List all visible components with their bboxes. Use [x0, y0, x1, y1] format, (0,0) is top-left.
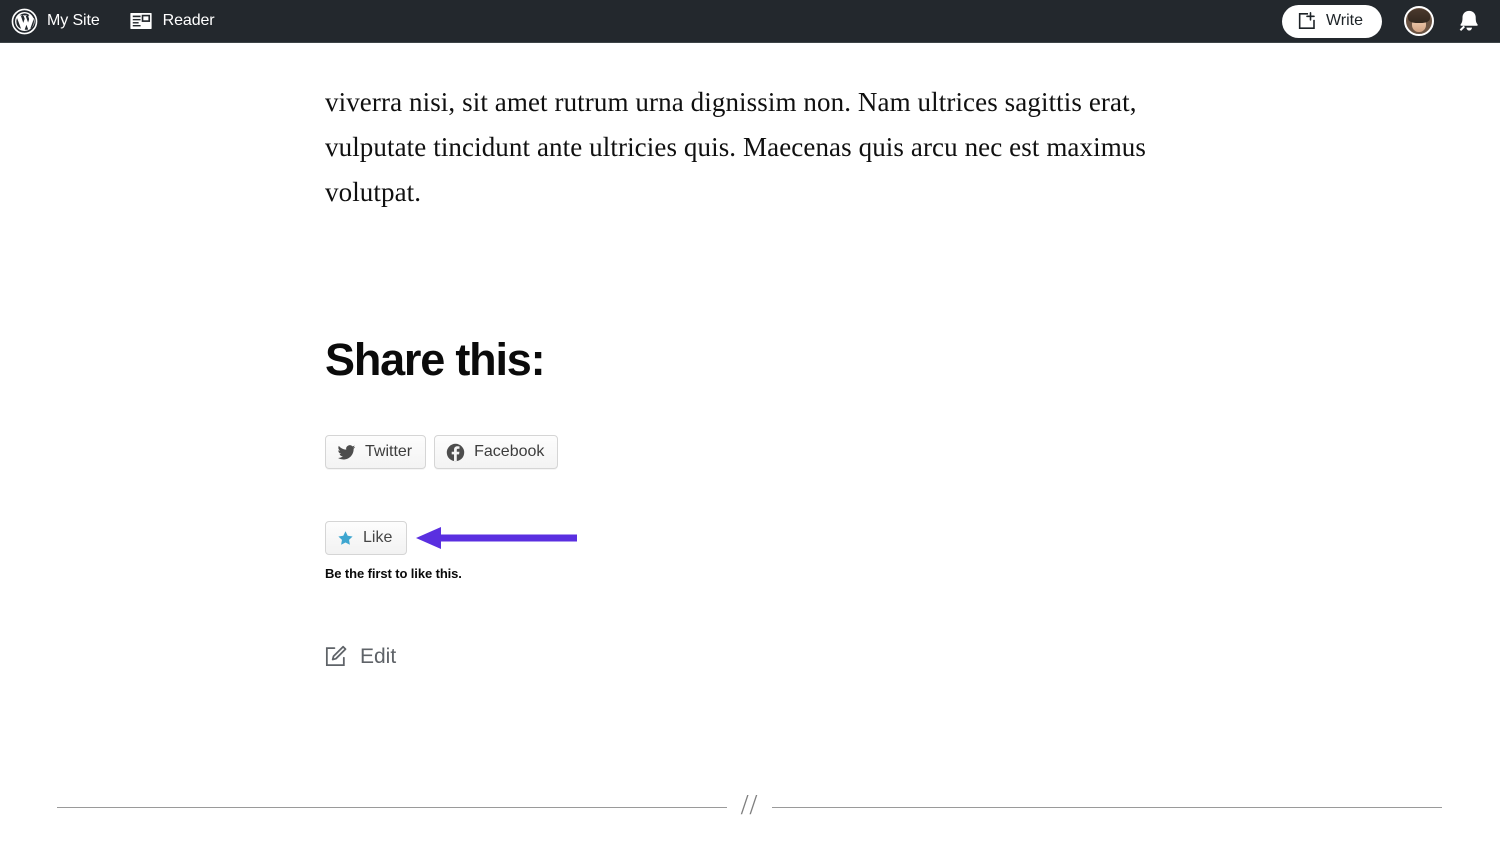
edit-link[interactable]: Edit — [323, 644, 396, 669]
write-plus-icon — [1296, 11, 1316, 31]
avatar[interactable] — [1404, 6, 1434, 36]
like-count-text: Be the first to like this. — [325, 566, 462, 581]
like-button[interactable]: Like — [325, 521, 408, 555]
separator-line-left — [57, 806, 727, 808]
separator-mark: // — [740, 790, 759, 821]
like-row: Like — [325, 521, 408, 555]
annotation-arrow-icon — [415, 525, 577, 551]
pencil-square-edit-icon — [323, 644, 348, 669]
share-button-label: Facebook — [474, 443, 545, 460]
share-button-facebook[interactable]: Facebook — [434, 435, 559, 469]
post-content-area: viverra nisi, sit amet rutrum urna digni… — [0, 43, 1500, 854]
share-heading: Share this: — [325, 334, 546, 386]
like-button-label: Like — [363, 529, 393, 546]
share-buttons-row: Twitter Facebook — [325, 435, 559, 469]
star-icon — [337, 530, 354, 547]
reader-icon — [128, 8, 154, 34]
masterbar-item-my-site[interactable]: My Site — [0, 0, 114, 43]
post-separator: // — [57, 790, 1442, 821]
notifications-button[interactable] — [1454, 6, 1484, 36]
edit-link-label: Edit — [360, 645, 397, 668]
write-button-label: Write — [1325, 12, 1363, 29]
separator-line-right — [772, 806, 1442, 808]
masterbar-item-label: My Site — [47, 12, 100, 29]
bell-icon — [1456, 8, 1482, 34]
facebook-circle-icon — [446, 443, 465, 462]
masterbar-item-reader[interactable]: Reader — [114, 0, 229, 43]
wordpress-masterbar: My Site Reader Write — [0, 0, 1500, 43]
masterbar-right-group: Write — [1281, 0, 1500, 43]
share-button-label: Twitter — [365, 443, 413, 460]
share-button-twitter[interactable]: Twitter — [325, 435, 427, 469]
twitter-bird-icon — [337, 443, 356, 462]
write-button[interactable]: Write — [1281, 4, 1382, 38]
avatar-image-hair — [1408, 9, 1430, 23]
masterbar-left-group: My Site Reader — [0, 0, 229, 43]
wordpress-logo-icon — [11, 8, 38, 35]
post-body-paragraph: viverra nisi, sit amet rutrum urna digni… — [325, 87, 1147, 207]
masterbar-item-label: Reader — [162, 12, 215, 29]
